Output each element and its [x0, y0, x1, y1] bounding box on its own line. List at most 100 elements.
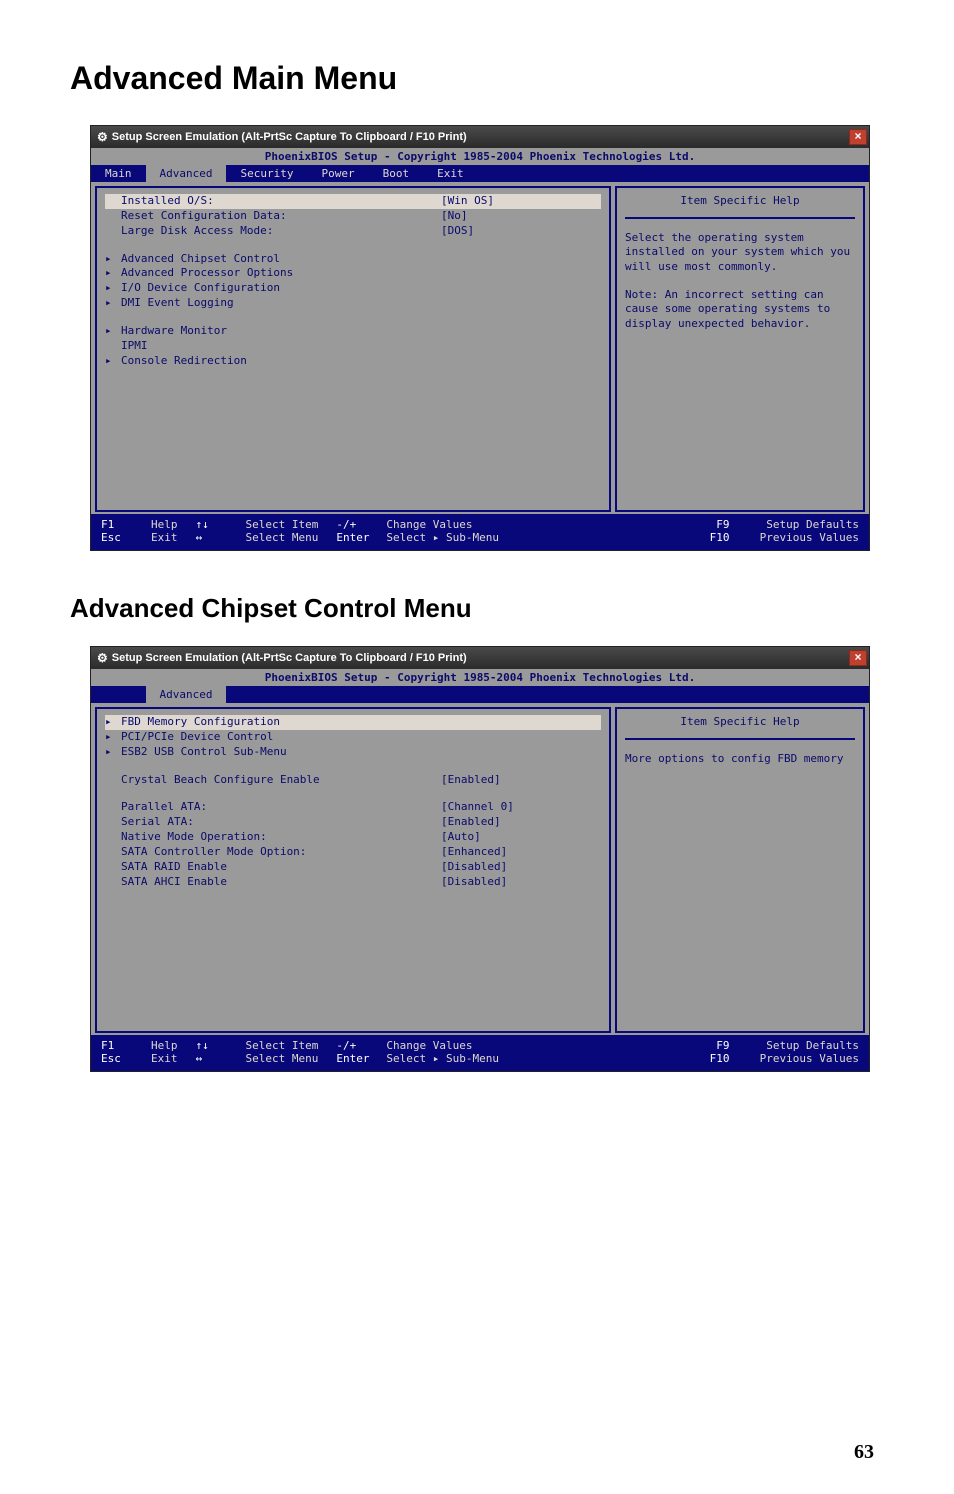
setting-label: Advanced Chipset Control — [121, 252, 601, 267]
bios-tab-power[interactable]: Power — [307, 165, 368, 182]
key-f9: F9 — [716, 518, 756, 531]
page-number: 63 — [854, 1441, 874, 1464]
setting-value[interactable]: [Enabled] — [441, 773, 601, 788]
bios-tab-main[interactable]: Main — [91, 165, 146, 182]
bios-setting-row[interactable]: Reset Configuration Data:[No] — [105, 209, 601, 224]
gear-icon: ⚙ — [97, 651, 108, 665]
submenu-arrow-icon: ▸ — [105, 324, 121, 339]
submenu-arrow-icon: ▸ — [105, 745, 121, 760]
bios-setting-row[interactable]: ▸I/O Device Configuration — [105, 281, 601, 296]
setting-label: Reset Configuration Data: — [121, 209, 441, 224]
submenu-arrow-icon — [105, 773, 121, 788]
key-updown: ↑↓ — [196, 1039, 236, 1052]
hint-help: Help — [151, 518, 178, 531]
close-icon[interactable]: × — [849, 650, 867, 666]
submenu-arrow-icon — [105, 339, 121, 354]
help-body: More options to config FBD memory — [625, 752, 855, 766]
setting-value[interactable]: [No] — [441, 209, 601, 224]
key-esc: Esc — [101, 1052, 141, 1065]
bios-setting-row[interactable]: Crystal Beach Configure Enable[Enabled] — [105, 773, 601, 788]
hint-select-sub: Select ▸ Sub-Menu — [386, 1052, 499, 1065]
bios-window-1: ⚙ Setup Screen Emulation (Alt-PrtSc Capt… — [90, 125, 870, 551]
hint-previous-values: Previous Values — [760, 1052, 859, 1065]
key-leftright: ↔ — [196, 1052, 236, 1065]
window-titlebar: ⚙ Setup Screen Emulation (Alt-PrtSc Capt… — [91, 647, 869, 669]
bios-setting-row[interactable]: ▸PCI/PCIe Device Control — [105, 730, 601, 745]
key-f10: F10 — [710, 531, 750, 544]
bios-tab-advanced[interactable]: Advanced — [146, 165, 227, 182]
bios-tab-boot[interactable]: Boot — [369, 165, 424, 182]
bios-window-2: ⚙ Setup Screen Emulation (Alt-PrtSc Capt… — [90, 646, 870, 1072]
hint-exit: Exit — [151, 1052, 178, 1065]
bios-tab-exit[interactable]: Exit — [423, 165, 478, 182]
bios-setting-row[interactable]: ▸ESB2 USB Control Sub-Menu — [105, 745, 601, 760]
bios-setting-row[interactable]: ▸Hardware Monitor — [105, 324, 601, 339]
hint-select-sub: Select ▸ Sub-Menu — [386, 531, 499, 544]
key-f9: F9 — [716, 1039, 756, 1052]
setting-value[interactable]: [Channel 0] — [441, 800, 601, 815]
setting-label: Parallel ATA: — [121, 800, 441, 815]
bios-setting-row[interactable]: SATA RAID Enable[Disabled] — [105, 860, 601, 875]
hint-change-values: Change Values — [386, 518, 472, 531]
key-esc: Esc — [101, 531, 141, 544]
hint-previous-values: Previous Values — [760, 531, 859, 544]
hint-setup-defaults: Setup Defaults — [766, 1039, 859, 1052]
setting-label: Hardware Monitor — [121, 324, 601, 339]
submenu-arrow-icon: ▸ — [105, 354, 121, 369]
setting-value[interactable]: [Enabled] — [441, 815, 601, 830]
page-subtitle: Advanced Chipset Control Menu — [70, 593, 884, 624]
bios-menubar: MainAdvanced — [91, 686, 869, 703]
hint-help: Help — [151, 1039, 178, 1052]
bios-setting-row[interactable]: Native Mode Operation:[Auto] — [105, 830, 601, 845]
setting-label: Native Mode Operation: — [121, 830, 441, 845]
bios-setting-row[interactable]: Installed O/S:[Win OS] — [105, 194, 601, 209]
bios-setting-row[interactable]: ▸Advanced Processor Options — [105, 266, 601, 281]
bios-footer: F1Help↑↓Select Item-/+Change ValuesF9Set… — [91, 514, 869, 550]
hint-exit: Exit — [151, 531, 178, 544]
setting-label: Large Disk Access Mode: — [121, 224, 441, 239]
bios-setting-row[interactable]: Serial ATA:[Enabled] — [105, 815, 601, 830]
bios-content-pane: Installed O/S:[Win OS]Reset Configuratio… — [95, 186, 611, 512]
setting-value[interactable]: [DOS] — [441, 224, 601, 239]
submenu-arrow-icon — [105, 815, 121, 830]
submenu-arrow-icon — [105, 194, 121, 209]
submenu-arrow-icon — [105, 800, 121, 815]
page-title: Advanced Main Menu — [70, 60, 884, 97]
window-title: Setup Screen Emulation (Alt-PrtSc Captur… — [112, 131, 849, 143]
bios-setting-row[interactable]: ▸Advanced Chipset Control — [105, 252, 601, 267]
bios-setting-row[interactable]: ▸Console Redirection — [105, 354, 601, 369]
setting-label: Serial ATA: — [121, 815, 441, 830]
bios-setting-row[interactable]: SATA AHCI Enable[Disabled] — [105, 875, 601, 890]
bios-tab-advanced[interactable]: Advanced — [146, 686, 227, 703]
hint-setup-defaults: Setup Defaults — [766, 518, 859, 531]
bios-copyright: PhoenixBIOS Setup - Copyright 1985-2004 … — [91, 669, 869, 686]
help-title: Item Specific Help — [625, 194, 855, 219]
bios-copyright: PhoenixBIOS Setup - Copyright 1985-2004 … — [91, 148, 869, 165]
setting-value[interactable]: [Enhanced] — [441, 845, 601, 860]
submenu-arrow-icon: ▸ — [105, 281, 121, 296]
bios-setting-row[interactable]: Large Disk Access Mode:[DOS] — [105, 224, 601, 239]
setting-label: SATA RAID Enable — [121, 860, 441, 875]
bios-setting-row[interactable]: ▸FBD Memory Configuration — [105, 715, 601, 730]
bios-setting-row[interactable]: Parallel ATA:[Channel 0] — [105, 800, 601, 815]
key-f10: F10 — [710, 1052, 750, 1065]
submenu-arrow-icon: ▸ — [105, 296, 121, 311]
bios-setting-row[interactable]: SATA Controller Mode Option:[Enhanced] — [105, 845, 601, 860]
bios-setting-row[interactable]: IPMI — [105, 339, 601, 354]
submenu-arrow-icon — [105, 830, 121, 845]
hint-select-item: Select Item — [246, 1039, 319, 1052]
setting-value[interactable]: [Auto] — [441, 830, 601, 845]
setting-value[interactable]: [Disabled] — [441, 875, 601, 890]
setting-label: Installed O/S: — [121, 194, 441, 209]
setting-value[interactable]: [Disabled] — [441, 860, 601, 875]
bios-setting-row[interactable]: ▸DMI Event Logging — [105, 296, 601, 311]
setting-label: Advanced Processor Options — [121, 266, 601, 281]
close-icon[interactable]: × — [849, 129, 867, 145]
setting-label: Console Redirection — [121, 354, 601, 369]
hint-select-item: Select Item — [246, 518, 319, 531]
bios-tab-security[interactable]: Security — [226, 165, 307, 182]
submenu-arrow-icon — [105, 224, 121, 239]
setting-value[interactable]: [Win OS] — [441, 194, 601, 209]
key-enter: Enter — [336, 1052, 376, 1065]
submenu-arrow-icon — [105, 845, 121, 860]
